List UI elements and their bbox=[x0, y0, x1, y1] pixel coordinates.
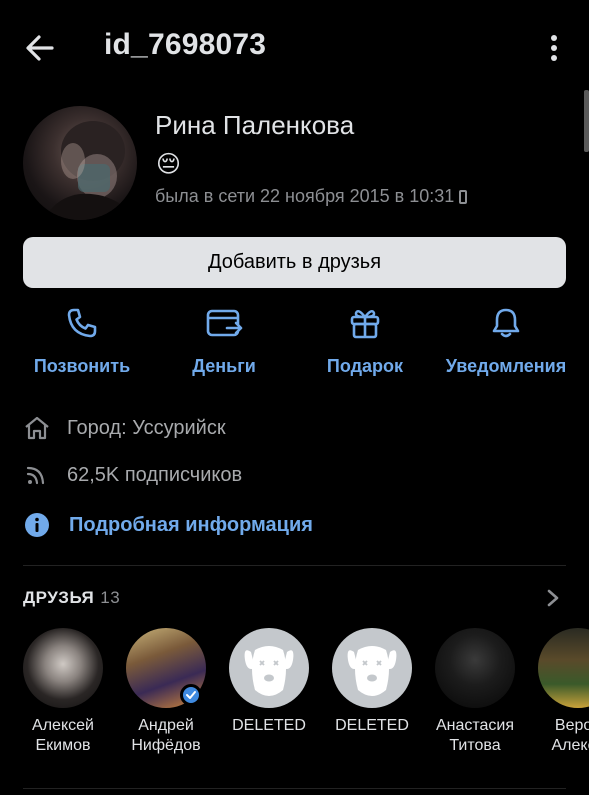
bell-icon bbox=[492, 308, 520, 338]
friend-item[interactable]: Андрей Нифёдов bbox=[114, 628, 218, 756]
divider bbox=[23, 565, 566, 566]
last-seen-text: была в сети 22 ноября 2015 в 10:31 bbox=[155, 186, 455, 206]
page-title: id_7698073 bbox=[104, 28, 267, 61]
followers-text: 62,5K подписчиков bbox=[67, 463, 243, 486]
mobile-device-icon bbox=[459, 190, 468, 204]
friend-last-name: Титова bbox=[449, 737, 501, 754]
phone-icon bbox=[67, 308, 97, 338]
friend-item[interactable]: Алексей Екимов bbox=[11, 628, 115, 756]
avatar-photo bbox=[43, 121, 133, 220]
friend-avatar bbox=[435, 628, 515, 708]
friend-name: DELETED bbox=[320, 716, 424, 736]
home-icon bbox=[25, 416, 49, 440]
friends-count: 13 bbox=[100, 588, 121, 607]
friend-item[interactable]: Верон Алекса bbox=[526, 628, 589, 756]
gift-label: Подарок bbox=[326, 356, 404, 376]
last-seen-status: была в сети 22 ноября 2015 в 10:31 bbox=[155, 186, 468, 207]
friend-last-name: Алекса bbox=[551, 737, 589, 754]
followers-rss-icon bbox=[26, 466, 45, 485]
money-action[interactable]: Деньги bbox=[154, 306, 294, 377]
deleted-dog-avatar-icon bbox=[332, 628, 412, 708]
top-bar: id_7698073 bbox=[0, 0, 589, 96]
notifications-action[interactable]: Уведомления bbox=[436, 306, 576, 377]
info-icon bbox=[25, 513, 49, 537]
friend-item[interactable]: DELETED bbox=[320, 628, 424, 736]
call-label: Позвонить bbox=[33, 356, 131, 376]
friend-first-name: Алексей bbox=[32, 717, 94, 734]
verified-badge-icon bbox=[180, 684, 202, 706]
followers-row[interactable]: 62,5K подписчиков bbox=[23, 461, 242, 489]
friend-item[interactable]: Анастасия Титова bbox=[423, 628, 527, 756]
friend-avatar bbox=[23, 628, 103, 708]
money-card-icon bbox=[206, 309, 243, 337]
deleted-dog-avatar-icon bbox=[229, 628, 309, 708]
friend-first-name: Верон bbox=[554, 717, 589, 734]
friend-name: DELETED bbox=[217, 716, 321, 736]
money-label: Деньги bbox=[192, 356, 256, 376]
friend-first-name: DELETED bbox=[232, 717, 306, 734]
call-action[interactable]: Позвонить bbox=[12, 306, 152, 377]
city-row: Город: Уссурийск bbox=[23, 414, 226, 442]
friend-first-name: Анастасия bbox=[435, 717, 515, 734]
divider bbox=[23, 788, 566, 789]
friend-item[interactable]: DELETED bbox=[217, 628, 321, 736]
friend-name: Андрей Нифёдов bbox=[114, 716, 218, 756]
city-text: Город: Уссурийск bbox=[67, 416, 226, 439]
profile-name: Рина Паленкова bbox=[155, 110, 355, 140]
add-friend-button[interactable]: Добавить в друзья bbox=[23, 237, 566, 288]
scrollbar[interactable] bbox=[584, 90, 589, 152]
notifications-label: Уведомления bbox=[445, 356, 567, 376]
friends-title: ДРУЗЬЯ bbox=[23, 588, 95, 607]
friends-header[interactable]: ДРУЗЬЯ 13 bbox=[23, 588, 120, 608]
more-options-icon[interactable] bbox=[542, 32, 566, 64]
friend-first-name: Андрей bbox=[138, 717, 194, 734]
friend-last-name: Нифёдов bbox=[131, 737, 201, 754]
friend-first-name: DELETED bbox=[335, 717, 409, 734]
details-link[interactable]: Подробная информация bbox=[69, 514, 313, 537]
friend-name: Верон Алекса bbox=[526, 716, 589, 756]
details-row[interactable]: Подробная информация bbox=[23, 511, 313, 539]
gift-icon bbox=[350, 310, 380, 339]
friend-last-name: Екимов bbox=[35, 737, 91, 754]
friend-name: Анастасия Титова bbox=[423, 716, 527, 756]
friend-avatar bbox=[538, 628, 589, 708]
back-arrow-icon[interactable] bbox=[22, 30, 58, 66]
chevron-right-icon[interactable] bbox=[546, 588, 560, 608]
profile-avatar[interactable] bbox=[23, 106, 137, 220]
gift-action[interactable]: Подарок bbox=[295, 306, 435, 377]
status-emoji: 😔 bbox=[156, 151, 182, 178]
friend-name: Алексей Екимов bbox=[11, 716, 115, 756]
